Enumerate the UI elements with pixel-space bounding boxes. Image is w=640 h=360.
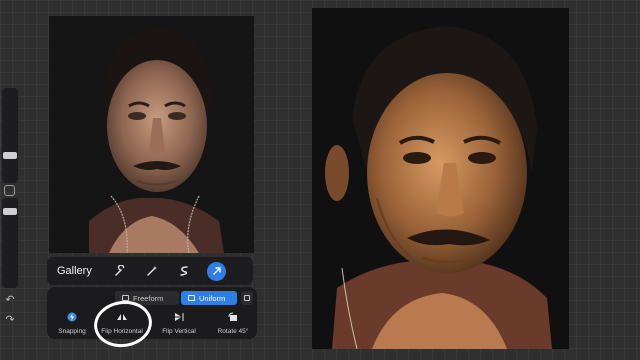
top-toolbar: Gallery — [47, 257, 253, 285]
transform-panel: Freeform Uniform Snapping Flip Horizonta… — [47, 287, 257, 339]
distort-icon — [244, 295, 250, 301]
uniform-mode-button[interactable]: Uniform — [181, 291, 237, 305]
uniform-label: Uniform — [199, 293, 226, 303]
uniform-icon — [188, 295, 195, 301]
rotate-icon — [207, 312, 259, 324]
left-sidebar: ↶ ↷ — [0, 88, 20, 336]
rotate-45-label: Rotate 45° — [217, 328, 249, 335]
selection-icon[interactable] — [173, 260, 195, 282]
redo-icon[interactable]: ↷ — [3, 313, 17, 327]
rotate-45-button[interactable]: Rotate 45° — [207, 312, 259, 335]
flip-vertical-button[interactable]: Flip Vertical — [153, 312, 205, 335]
reference-photo — [49, 16, 254, 253]
brush-opacity-slider[interactable] — [2, 198, 18, 288]
distort-mode-button[interactable] — [241, 291, 253, 305]
wrench-icon[interactable] — [109, 260, 131, 282]
gallery-button[interactable]: Gallery — [47, 265, 99, 277]
canvas-painting[interactable] — [312, 8, 569, 349]
flip-vertical-label: Flip Vertical — [162, 328, 196, 335]
brush-size-slider[interactable] — [2, 88, 18, 183]
snapping-button[interactable]: Snapping — [46, 312, 98, 335]
freeform-label: Freeform — [133, 293, 164, 303]
transform-arrow-icon[interactable] — [207, 261, 226, 281]
modify-button[interactable] — [4, 185, 15, 196]
brush-opacity-thumb[interactable] — [3, 208, 17, 215]
snapping-label: Snapping — [58, 328, 86, 335]
flip-vertical-icon — [153, 312, 205, 324]
brush-size-thumb[interactable] — [3, 152, 17, 159]
undo-icon[interactable]: ↶ — [3, 293, 17, 307]
snapping-icon — [46, 312, 98, 324]
magic-wand-icon[interactable] — [141, 260, 163, 282]
